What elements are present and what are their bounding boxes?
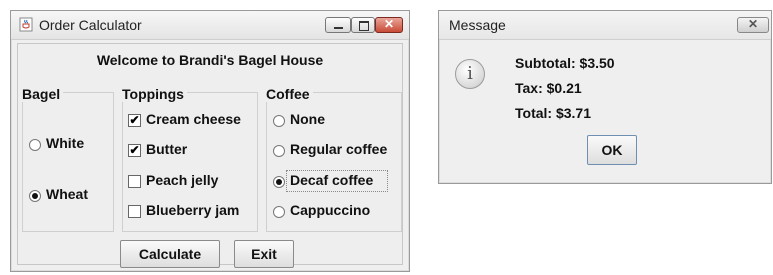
peach-jelly-label[interactable]: Peach jelly xyxy=(146,172,218,188)
coffee-decaf-label[interactable]: Decaf coffee xyxy=(290,172,373,188)
order-content-panel: Welcome to Brandi's Bagel House Bagel Wh… xyxy=(17,43,403,268)
blueberry-jam-label[interactable]: Blueberry jam xyxy=(146,202,239,218)
cream-cheese-label[interactable]: Cream cheese xyxy=(146,111,241,127)
coffee-regular-label[interactable]: Regular coffee xyxy=(290,141,387,157)
order-window-title: Order Calculator xyxy=(39,17,142,33)
coffee-none-radio[interactable] xyxy=(273,115,285,127)
message-close-button[interactable]: ✕ xyxy=(737,17,769,33)
coffee-regular-radio[interactable] xyxy=(273,145,285,157)
blueberry-jam-checkbox[interactable] xyxy=(128,205,141,218)
bagel-wheat-label[interactable]: Wheat xyxy=(46,186,88,202)
toppings-group-label: Toppings xyxy=(122,86,187,102)
bagel-group-box xyxy=(22,92,114,232)
order-titlebar[interactable]: Order Calculator ✕ xyxy=(11,11,409,40)
butter-checkbox[interactable]: ✔ xyxy=(128,144,141,157)
ok-button[interactable]: OK xyxy=(587,135,637,165)
tax-text: Tax: $0.21 xyxy=(515,80,582,96)
message-dialog: Message ✕ i Subtotal: $3.50 Tax: $0.21 T… xyxy=(438,10,772,184)
peach-jelly-checkbox[interactable] xyxy=(128,175,141,188)
message-dialog-title: Message xyxy=(449,17,506,33)
welcome-heading: Welcome to Brandi's Bagel House xyxy=(96,52,324,68)
coffee-decaf-radio[interactable] xyxy=(273,176,285,188)
coffee-none-label[interactable]: None xyxy=(290,111,325,127)
order-calculator-window: Order Calculator ✕ Welcome to Brandi's B… xyxy=(10,10,410,272)
total-text: Total: $3.71 xyxy=(515,105,591,121)
bagel-white-radio[interactable] xyxy=(29,139,41,151)
close-icon: ✕ xyxy=(384,17,395,31)
minimize-button[interactable] xyxy=(325,17,351,33)
info-icon: i xyxy=(455,59,485,89)
subtotal-text: Subtotal: $3.50 xyxy=(515,55,615,71)
butter-label[interactable]: Butter xyxy=(146,141,187,157)
close-icon: ✕ xyxy=(748,17,759,31)
bagel-white-label[interactable]: White xyxy=(46,135,84,151)
minimize-icon xyxy=(334,27,343,29)
maximize-button[interactable] xyxy=(351,17,375,33)
java-cup-icon xyxy=(19,17,33,32)
close-button[interactable]: ✕ xyxy=(375,17,403,33)
cream-cheese-checkbox[interactable]: ✔ xyxy=(128,114,141,127)
calculate-button[interactable]: Calculate xyxy=(120,240,220,268)
bagel-group-label: Bagel xyxy=(22,86,64,102)
bagel-wheat-radio[interactable] xyxy=(29,190,41,202)
message-titlebar[interactable]: Message ✕ xyxy=(439,11,771,40)
maximize-icon xyxy=(359,21,369,31)
coffee-cappuccino-radio[interactable] xyxy=(273,206,285,218)
coffee-cappuccino-label[interactable]: Cappuccino xyxy=(290,202,370,218)
coffee-group-label: Coffee xyxy=(266,86,313,102)
exit-button[interactable]: Exit xyxy=(234,240,294,268)
